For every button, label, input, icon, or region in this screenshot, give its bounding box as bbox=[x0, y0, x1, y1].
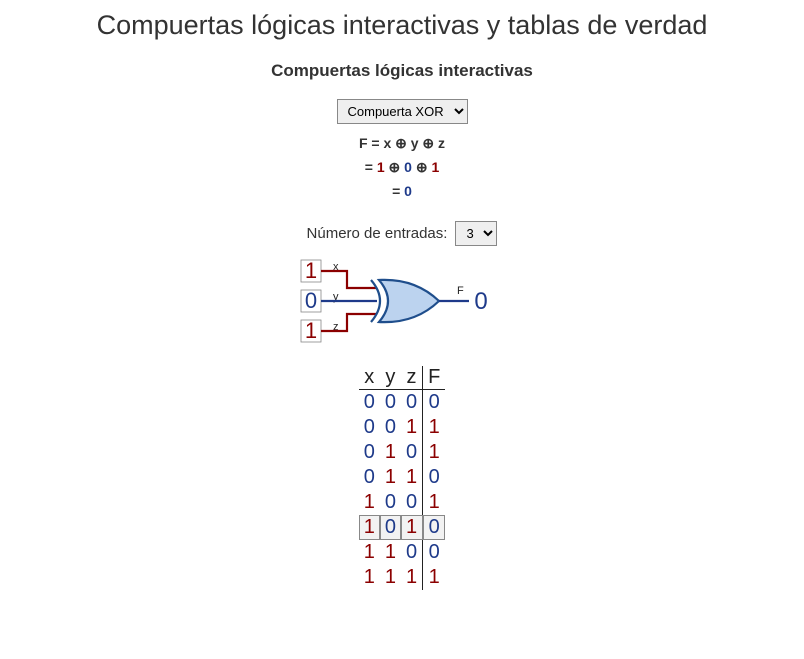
input-z[interactable]: 1 bbox=[301, 318, 321, 343]
cell-F: 1 bbox=[423, 440, 446, 465]
truth-row[interactable]: 1111 bbox=[359, 565, 446, 590]
input-x[interactable]: 1 bbox=[301, 258, 321, 283]
page-title: Compuertas lógicas interactivas y tablas… bbox=[20, 10, 784, 41]
cell-y: 1 bbox=[380, 440, 401, 465]
cell-x: 0 bbox=[359, 415, 380, 440]
formula-line1-expr: x ⊕ y ⊕ z bbox=[383, 135, 445, 151]
truth-header-row: x y z F bbox=[359, 366, 446, 390]
cell-z: 0 bbox=[401, 390, 423, 416]
gate-select[interactable]: Compuerta XOR bbox=[337, 99, 468, 124]
cell-y: 0 bbox=[380, 390, 401, 416]
cell-x: 0 bbox=[359, 390, 380, 416]
th-y: y bbox=[380, 366, 401, 390]
cell-y: 0 bbox=[380, 490, 401, 515]
cell-x: 1 bbox=[359, 540, 380, 565]
formula-line1-prefix: F = bbox=[359, 135, 384, 151]
truth-row[interactable]: 0011 bbox=[359, 415, 446, 440]
inputs-count-label: Número de entradas: bbox=[307, 225, 448, 242]
cell-y: 1 bbox=[380, 465, 401, 490]
cell-F: 0 bbox=[423, 515, 446, 540]
formula-line3-prefix: = bbox=[392, 183, 404, 199]
xor-gate-diagram: 1 0 1 x y z F 0 bbox=[297, 258, 507, 348]
formula-v2: 0 bbox=[404, 159, 412, 175]
truth-row[interactable]: 0110 bbox=[359, 465, 446, 490]
output-value: 0 bbox=[474, 288, 487, 315]
xor-gate-icon bbox=[371, 280, 439, 322]
cell-x: 1 bbox=[359, 490, 380, 515]
th-F: F bbox=[423, 366, 446, 390]
cell-z: 1 bbox=[401, 465, 423, 490]
cell-z: 0 bbox=[401, 540, 423, 565]
th-z: z bbox=[401, 366, 423, 390]
truth-row[interactable]: 1001 bbox=[359, 490, 446, 515]
formula-v3: 1 bbox=[431, 159, 439, 175]
svg-text:0: 0 bbox=[305, 288, 317, 313]
truth-table: x y z F 00000011010101101001101011001111 bbox=[359, 366, 446, 590]
section-title: Compuertas lógicas interactivas bbox=[20, 61, 784, 81]
cell-z: 1 bbox=[401, 565, 423, 590]
truth-row[interactable]: 1010 bbox=[359, 515, 446, 540]
cell-z: 1 bbox=[401, 515, 423, 540]
svg-text:1: 1 bbox=[305, 258, 317, 283]
cell-F: 0 bbox=[423, 465, 446, 490]
cell-x: 0 bbox=[359, 440, 380, 465]
cell-y: 1 bbox=[380, 565, 401, 590]
cell-y: 1 bbox=[380, 540, 401, 565]
wire-z bbox=[321, 314, 377, 331]
inputs-count-select[interactable]: 3 bbox=[455, 221, 497, 246]
cell-F: 1 bbox=[423, 565, 446, 590]
cell-F: 1 bbox=[423, 415, 446, 440]
cell-F: 0 bbox=[423, 390, 446, 416]
formula-result: 0 bbox=[404, 183, 412, 199]
input-y[interactable]: 0 bbox=[301, 288, 321, 313]
cell-z: 1 bbox=[401, 415, 423, 440]
truth-row[interactable]: 0101 bbox=[359, 440, 446, 465]
formula-op1: ⊕ bbox=[385, 159, 405, 175]
formula-block: F = x ⊕ y ⊕ z = 1 ⊕ 0 ⊕ 1 = 0 bbox=[20, 132, 784, 203]
svg-text:1: 1 bbox=[305, 318, 317, 343]
cell-x: 1 bbox=[359, 565, 380, 590]
label-F: F bbox=[457, 285, 464, 297]
cell-y: 0 bbox=[380, 415, 401, 440]
formula-v1: 1 bbox=[377, 159, 385, 175]
cell-x: 0 bbox=[359, 465, 380, 490]
cell-x: 1 bbox=[359, 515, 380, 540]
cell-y: 0 bbox=[380, 515, 401, 540]
truth-row[interactable]: 0000 bbox=[359, 390, 446, 416]
cell-F: 0 bbox=[423, 540, 446, 565]
cell-F: 1 bbox=[423, 490, 446, 515]
truth-row[interactable]: 1100 bbox=[359, 540, 446, 565]
cell-z: 0 bbox=[401, 440, 423, 465]
wire-x bbox=[321, 271, 377, 288]
th-x: x bbox=[359, 366, 380, 390]
formula-line2-prefix: = bbox=[365, 159, 377, 175]
formula-op2: ⊕ bbox=[412, 159, 432, 175]
cell-z: 0 bbox=[401, 490, 423, 515]
